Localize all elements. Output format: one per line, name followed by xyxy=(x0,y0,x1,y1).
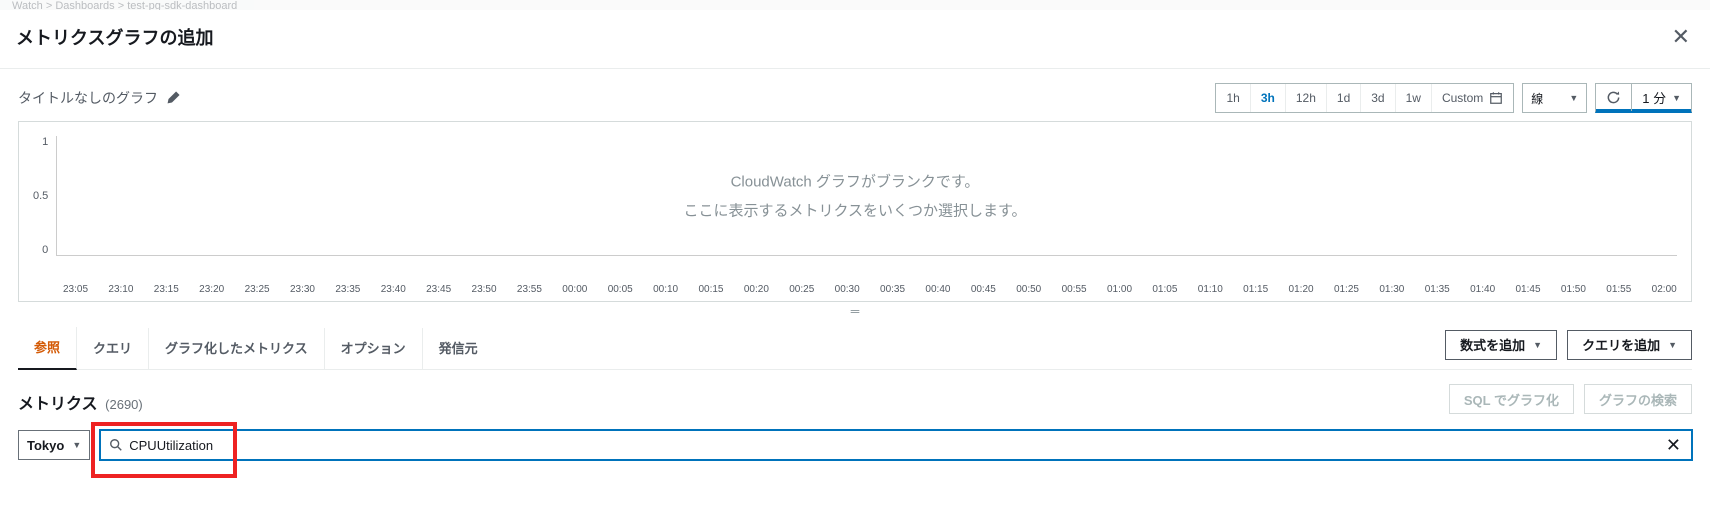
dialog-header: メトリクスグラフの追加 ✕ xyxy=(0,10,1710,69)
y-tick: 1 xyxy=(42,136,48,148)
time-range-1w[interactable]: 1w xyxy=(1396,84,1432,112)
search-icon xyxy=(109,438,123,452)
x-tick: 00:45 xyxy=(971,284,996,295)
tab-4[interactable]: 発信元 xyxy=(423,328,494,369)
region-select[interactable]: Tokyo ▼ xyxy=(18,430,90,460)
time-range-custom[interactable]: Custom xyxy=(1432,84,1513,112)
metrics-section-title: メトリクス (2690) xyxy=(18,390,143,414)
close-icon[interactable]: ✕ xyxy=(1668,22,1694,52)
time-range-1d[interactable]: 1d xyxy=(1327,84,1361,112)
x-tick: 01:30 xyxy=(1379,284,1404,295)
metrics-search-field[interactable]: ✕ xyxy=(100,430,1692,460)
tab-0[interactable]: 参照 xyxy=(18,327,77,370)
x-tick: 00:55 xyxy=(1062,284,1087,295)
tab-3[interactable]: オプション xyxy=(325,328,423,369)
x-tick: 23:25 xyxy=(245,284,270,295)
caret-down-icon: ▼ xyxy=(1668,340,1677,350)
x-tick: 23:55 xyxy=(517,284,542,295)
dialog-title: メトリクスグラフの追加 xyxy=(16,24,213,50)
x-tick: 00:25 xyxy=(789,284,814,295)
x-tick: 00:05 xyxy=(608,284,633,295)
x-tick: 00:50 xyxy=(1016,284,1041,295)
x-tick: 01:00 xyxy=(1107,284,1132,295)
refresh-icon xyxy=(1606,90,1621,105)
graph-title-text: タイトルなしのグラフ xyxy=(18,88,158,108)
time-range-3h[interactable]: 3h xyxy=(1251,84,1286,112)
x-tick: 01:35 xyxy=(1425,284,1450,295)
x-tick: 01:50 xyxy=(1561,284,1586,295)
tab-1[interactable]: クエリ xyxy=(77,328,149,369)
x-tick: 01:15 xyxy=(1243,284,1268,295)
time-range-12h[interactable]: 12h xyxy=(1286,84,1327,112)
x-tick: 23:40 xyxy=(381,284,406,295)
x-tick: 23:20 xyxy=(199,284,224,295)
metrics-search-input[interactable] xyxy=(129,438,1658,453)
chart-empty-message: CloudWatch グラフがブランクです。 ここに表示するメトリクスをいくつか… xyxy=(19,169,1691,226)
breadcrumb: Watch > Dashboards > test-pg-sdk-dashboa… xyxy=(0,0,1710,10)
x-tick: 23:10 xyxy=(108,284,133,295)
time-range-3d[interactable]: 3d xyxy=(1361,84,1395,112)
resize-handle-icon[interactable]: ═ xyxy=(18,302,1692,320)
graph-title-row: タイトルなしのグラフ xyxy=(18,88,180,108)
chart-type-select[interactable]: 線 ▼ xyxy=(1522,83,1587,113)
search-graph-button[interactable]: グラフの検索 xyxy=(1584,384,1692,414)
caret-down-icon: ▼ xyxy=(1533,340,1542,350)
add-expression-button[interactable]: 数式を追加 ▼ xyxy=(1445,330,1557,360)
x-tick: 01:10 xyxy=(1198,284,1223,295)
x-tick: 00:40 xyxy=(925,284,950,295)
chart-canvas: 10.50 23:0523:1023:1523:2023:2523:3023:3… xyxy=(18,121,1692,302)
x-tick: 00:35 xyxy=(880,284,905,295)
sql-graph-button[interactable]: SQL でグラフ化 xyxy=(1449,384,1574,414)
x-tick: 01:20 xyxy=(1289,284,1314,295)
x-tick: 01:05 xyxy=(1152,284,1177,295)
refresh-button[interactable] xyxy=(1596,84,1632,111)
x-tick: 23:15 xyxy=(154,284,179,295)
x-tick: 02:00 xyxy=(1652,284,1677,295)
x-tick: 01:25 xyxy=(1334,284,1359,295)
caret-down-icon: ▼ xyxy=(72,440,81,450)
tab-2[interactable]: グラフ化したメトリクス xyxy=(149,328,325,369)
x-tick: 00:00 xyxy=(562,284,587,295)
x-tick: 01:55 xyxy=(1606,284,1631,295)
add-query-button[interactable]: クエリを追加 ▼ xyxy=(1567,330,1692,360)
x-tick: 23:30 xyxy=(290,284,315,295)
caret-down-icon: ▼ xyxy=(1569,93,1578,103)
x-tick: 01:45 xyxy=(1516,284,1541,295)
x-tick: 00:10 xyxy=(653,284,678,295)
tabs: 参照クエリグラフ化したメトリクスオプション発信元 xyxy=(18,326,494,369)
caret-down-icon: ▼ xyxy=(1672,93,1681,103)
x-tick: 23:35 xyxy=(335,284,360,295)
time-range-picker: 1h3h12h1d3d1wCustom xyxy=(1215,83,1514,113)
refresh-group: 1 分 ▼ xyxy=(1595,83,1692,113)
y-tick: 0 xyxy=(42,244,48,256)
x-tick: 00:20 xyxy=(744,284,769,295)
refresh-interval-select[interactable]: 1 分 ▼ xyxy=(1632,84,1691,111)
x-tick: 00:15 xyxy=(698,284,723,295)
x-tick: 01:40 xyxy=(1470,284,1495,295)
x-tick: 00:30 xyxy=(835,284,860,295)
x-tick: 23:50 xyxy=(472,284,497,295)
x-tick: 23:05 xyxy=(63,284,88,295)
time-range-1h[interactable]: 1h xyxy=(1216,84,1250,112)
edit-icon[interactable] xyxy=(166,91,180,105)
x-tick: 23:45 xyxy=(426,284,451,295)
calendar-icon xyxy=(1489,91,1503,105)
clear-search-icon[interactable]: ✕ xyxy=(1664,436,1683,454)
